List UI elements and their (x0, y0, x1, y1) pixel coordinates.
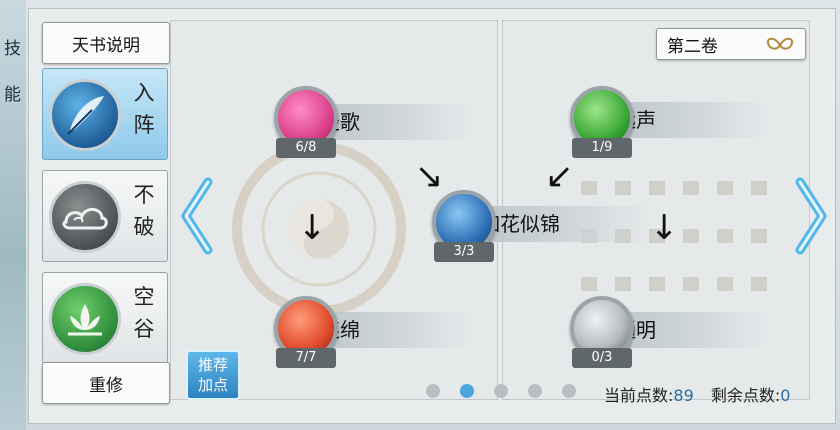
side-label-2: 能 (4, 85, 21, 105)
next-page-arrow-icon[interactable] (790, 176, 830, 256)
side-strip: 技 能 (0, 0, 26, 430)
arrow-down-icon: ↓ (650, 208, 679, 248)
mode-label-bupo: 不 破 (133, 183, 155, 239)
remaining-points-value: 0 (780, 386, 791, 405)
volume-selector[interactable]: 第二卷 (656, 28, 806, 60)
mode-konggu[interactable]: 空 谷 (42, 272, 168, 364)
skill-count-lianmian: 7/7 (276, 348, 336, 368)
remaining-points-label: 剩余点数: (710, 386, 781, 405)
mode-label-konggu: 空 谷 (133, 285, 155, 341)
prev-page-arrow-icon[interactable] (178, 176, 218, 256)
skill-count-qingge: 6/8 (276, 138, 336, 158)
lotus-icon (49, 283, 121, 355)
volume-label: 第二卷 (667, 36, 718, 57)
left-column: 天书说明 入 阵 不 破 空 谷 重修 (30, 18, 170, 418)
mode-ruzhen[interactable]: 入 阵 (42, 68, 168, 160)
page-dot-4[interactable] (528, 384, 542, 398)
page-dot-5[interactable] (562, 384, 576, 398)
current-points-value: 89 (673, 386, 694, 405)
recommend-points-button[interactable]: 推荐 加点 (186, 350, 240, 400)
reset-button[interactable]: 重修 (42, 362, 170, 404)
skill-count-yuansheng: 1/9 (572, 138, 632, 158)
mode-label-ruzhen: 入 阵 (133, 81, 155, 137)
page-dot-1[interactable] (426, 384, 440, 398)
current-points-label: 当前点数: (604, 386, 674, 405)
cloud-icon (49, 181, 121, 253)
feather-icon (49, 79, 121, 151)
butterfly-icon (765, 35, 795, 60)
book-info-button[interactable]: 天书说明 (42, 22, 170, 64)
skill-name-ruhuasijin: 如花似锦 (470, 206, 650, 242)
points-readout: 当前点数:89 剩余点数:0 (604, 382, 790, 406)
page-dot-2[interactable] (460, 384, 474, 398)
skill-count-ruhuasijin: 3/3 (434, 242, 494, 262)
skill-count-tongming: 0/3 (572, 348, 632, 368)
mode-bupo[interactable]: 不 破 (42, 170, 168, 262)
arrow-down-icon: ↓ (298, 208, 327, 248)
page-dot-3[interactable] (494, 384, 508, 398)
side-label-1: 技 (4, 39, 21, 59)
